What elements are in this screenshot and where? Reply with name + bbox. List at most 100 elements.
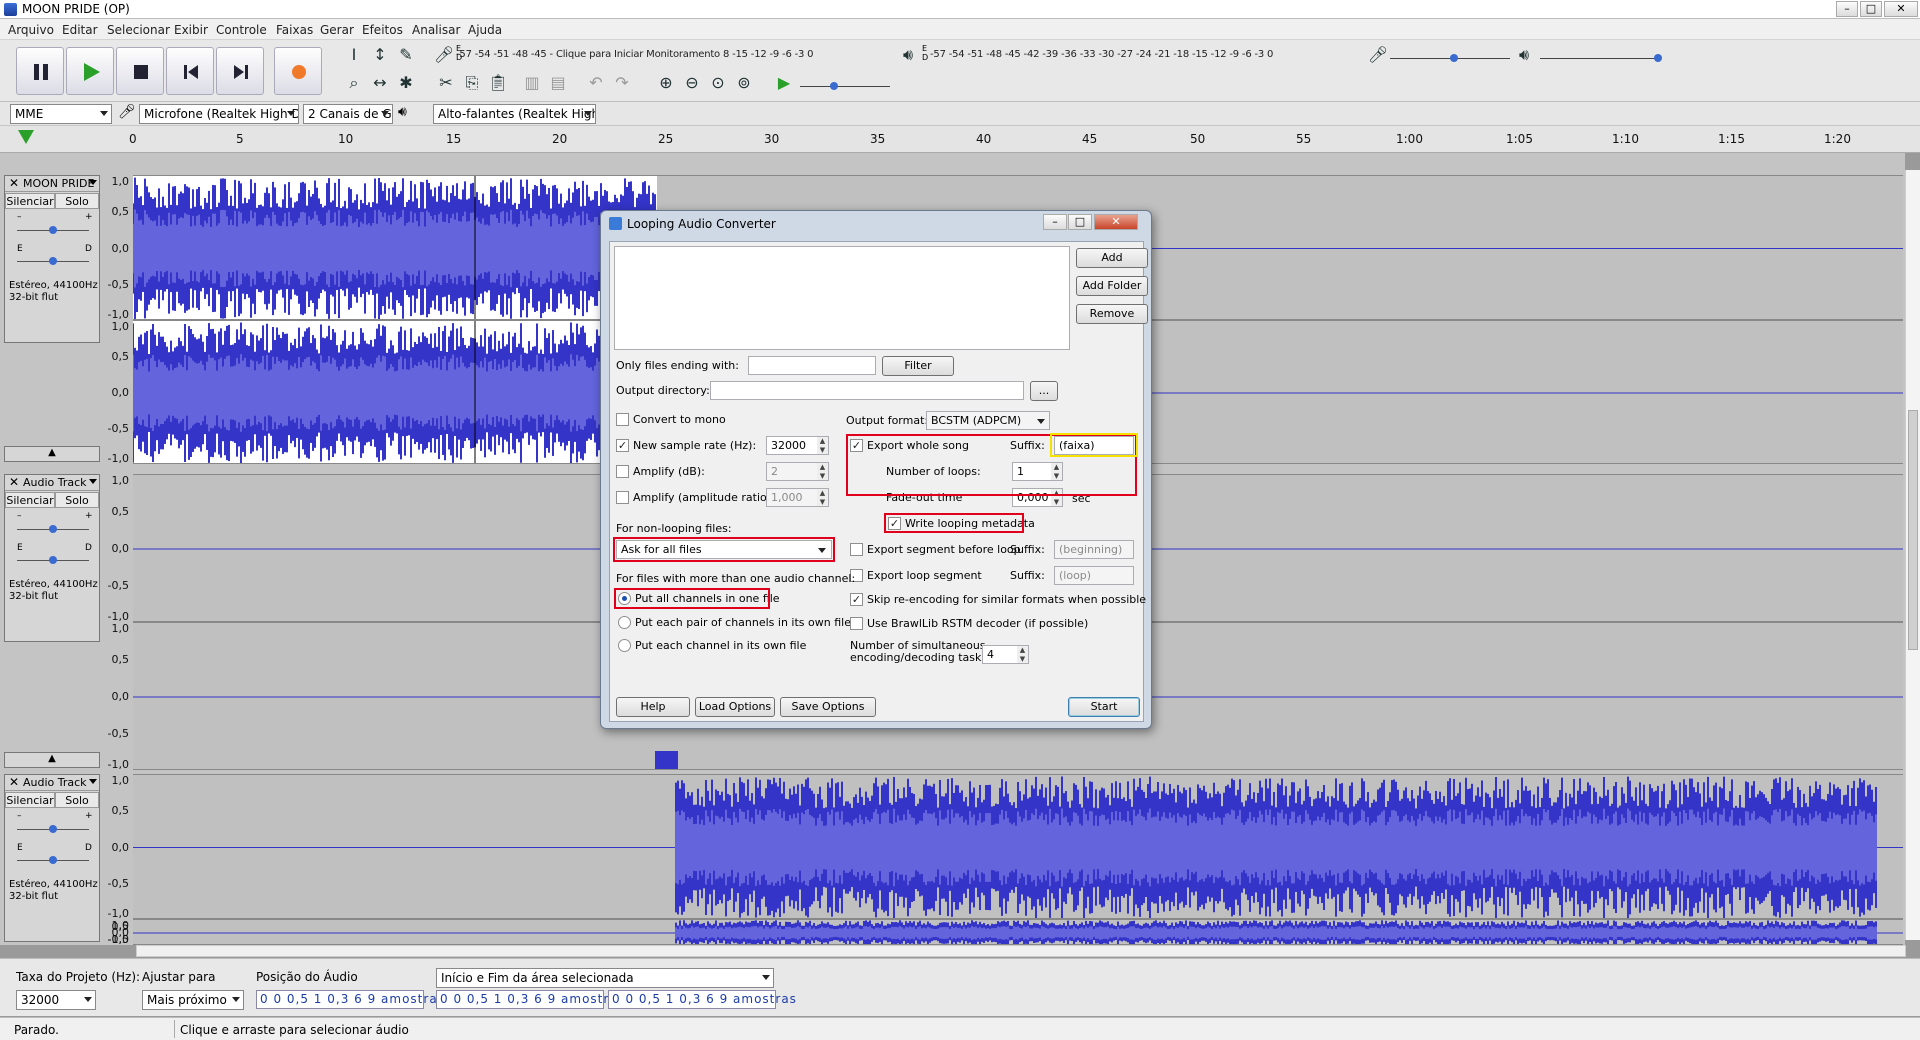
snap-to-select[interactable]: Mais próximo <box>142 990 244 1010</box>
amplify-db-spinner[interactable]: ▲ ▼ <box>817 462 829 481</box>
pan-slider[interactable] <box>17 257 89 265</box>
file-list[interactable] <box>614 246 1070 350</box>
recording-device-select[interactable]: Microfone (Realtek High D <box>139 104 299 124</box>
minimize-button[interactable]: – <box>1836 1 1858 17</box>
save-options-button[interactable]: Save Options <box>780 697 876 717</box>
selection-start-time[interactable]: 0 0 0,5 1 0,3 6 9 amostras <box>436 990 624 1009</box>
browse-button[interactable]: ... <box>1030 381 1058 401</box>
silence-icon[interactable]: ▤ <box>546 72 570 94</box>
play-head-marker-icon[interactable] <box>18 130 34 144</box>
add-folder-button[interactable]: Add Folder <box>1076 276 1148 296</box>
menu-selecionar[interactable]: Selecionar <box>107 23 170 37</box>
audio-host-select[interactable]: MME <box>10 104 112 124</box>
menu-efeitos[interactable]: Efeitos <box>362 23 403 37</box>
brawllib-decoder-checkbox[interactable] <box>850 617 863 630</box>
menu-controle[interactable]: Controle <box>216 23 267 37</box>
collapse-track-button[interactable]: ▲ <box>4 446 100 462</box>
zoom-in-icon[interactable]: ⊕ <box>654 72 678 94</box>
stop-button[interactable] <box>116 47 164 95</box>
help-button[interactable]: Help <box>616 697 690 717</box>
play-at-speed-icon[interactable]: ▶ <box>772 72 796 94</box>
menu-arquivo[interactable]: Arquivo <box>8 23 54 37</box>
output-directory-input[interactable] <box>710 381 1024 400</box>
track-name-menu[interactable]: ✕ MOON PRIDE <box>5 176 99 192</box>
gain-slider[interactable] <box>17 825 89 833</box>
simultaneous-tasks-input[interactable]: 4 <box>982 645 1018 664</box>
slider-knob[interactable] <box>49 257 57 265</box>
solo-button[interactable]: Solo <box>55 193 99 209</box>
fit-project-icon[interactable]: ⊚ <box>732 72 756 94</box>
filter-button[interactable]: Filter <box>882 356 954 376</box>
copy-icon[interactable]: ⎘ <box>460 72 484 94</box>
solo-button[interactable]: Solo <box>55 492 99 508</box>
redo-icon[interactable]: ↷ <box>610 72 634 94</box>
record-meter-scale[interactable]: -57 -54 -51 -48 -45 - Clique para Inicia… <box>456 44 876 66</box>
zoom-out-icon[interactable]: ⊖ <box>680 72 704 94</box>
gain-slider[interactable] <box>17 525 89 533</box>
amplify-ratio-input[interactable]: 1,000 <box>766 488 818 507</box>
trim-icon[interactable]: ▥ <box>520 72 544 94</box>
skip-reencoding-checkbox[interactable]: ✓ <box>850 593 863 606</box>
play-button[interactable] <box>66 47 114 95</box>
slider-knob[interactable] <box>830 82 838 90</box>
mic-volume-slider[interactable] <box>1390 54 1510 62</box>
slider-knob[interactable] <box>49 856 57 864</box>
envelope-tool-icon[interactable]: ↕ <box>368 44 392 66</box>
selection-end-time[interactable]: 0 0 0,5 1 0,3 6 9 amostras <box>608 990 796 1009</box>
radio-each-channel[interactable] <box>618 639 631 652</box>
project-rate-select[interactable]: 32000 <box>16 990 96 1010</box>
gain-slider[interactable] <box>17 226 89 234</box>
slider-knob[interactable] <box>49 825 57 833</box>
simultaneous-tasks-spinner[interactable]: ▲ ▼ <box>1017 645 1029 664</box>
menu-gerar[interactable]: Gerar <box>320 23 354 37</box>
mute-button[interactable]: Silenciar <box>5 492 55 508</box>
new-sample-rate-checkbox[interactable]: ✓ <box>616 439 629 452</box>
pause-button[interactable] <box>16 47 64 95</box>
output-format-select[interactable]: BCSTM (ADPCM) <box>926 411 1050 430</box>
pan-slider[interactable] <box>17 556 89 564</box>
menu-ajuda[interactable]: Ajuda <box>468 23 502 37</box>
scrollbar-thumb[interactable] <box>1908 410 1918 650</box>
amplify-db-checkbox[interactable] <box>616 465 629 478</box>
close-track-icon[interactable]: ✕ <box>9 775 19 790</box>
skip-end-button[interactable] <box>216 47 264 95</box>
loop-segment-suffix-input[interactable]: (loop) <box>1054 566 1134 585</box>
speaker-icon[interactable]: 🔊︎ <box>896 44 920 66</box>
timeline-ruler[interactable]: 0 5 10 15 20 25 30 35 40 45 50 55 1:00 1… <box>0 126 1920 153</box>
close-track-icon[interactable]: ✕ <box>9 176 19 191</box>
pan-slider[interactable] <box>17 856 89 864</box>
vertical-scrollbar[interactable] <box>1905 170 1920 940</box>
close-button[interactable]: ✕ <box>1884 1 1918 17</box>
remove-button[interactable]: Remove <box>1076 304 1148 324</box>
load-options-button[interactable]: Load Options <box>695 697 775 717</box>
track-name-menu[interactable]: ✕ Audio Track <box>5 775 99 791</box>
dialog-close-button[interactable]: ✕ <box>1094 214 1138 230</box>
playback-device-select[interactable]: Alto-falantes (Realtek High <box>433 104 596 124</box>
before-loop-suffix-input[interactable]: (beginning) <box>1054 540 1134 559</box>
convert-mono-checkbox[interactable] <box>616 413 629 426</box>
undo-icon[interactable]: ↶ <box>584 72 608 94</box>
dialog-minimize-button[interactable]: – <box>1043 214 1067 230</box>
play-speed-slider[interactable] <box>800 82 890 90</box>
draw-tool-icon[interactable]: ✎ <box>394 44 418 66</box>
slider-knob[interactable] <box>1654 54 1662 62</box>
skip-start-button[interactable] <box>166 47 214 95</box>
menu-exibir[interactable]: Exibir <box>174 23 208 37</box>
zoom-tool-icon[interactable]: ⌕ <box>342 72 366 94</box>
slider-knob[interactable] <box>49 525 57 533</box>
new-sample-rate-spinner[interactable]: ▲ ▼ <box>817 436 829 455</box>
cut-icon[interactable]: ✂ <box>434 72 458 94</box>
record-button[interactable] <box>274 47 322 95</box>
track-name-menu[interactable]: ✕ Audio Track <box>5 475 99 491</box>
audio-position-time[interactable]: 0 0 0,5 1 0,3 6 9 amostras <box>256 990 444 1009</box>
amplify-ratio-checkbox[interactable] <box>616 491 629 504</box>
mute-button[interactable]: Silenciar <box>5 193 55 209</box>
solo-button[interactable]: Solo <box>55 792 99 808</box>
new-sample-rate-input[interactable]: 32000 <box>766 436 818 455</box>
collapse-track-button[interactable]: ▲ <box>4 752 100 768</box>
microphone-icon[interactable]: 🎤︎ <box>432 44 456 66</box>
playback-volume-slider[interactable] <box>1540 54 1662 62</box>
fit-selection-icon[interactable]: ⊙ <box>706 72 730 94</box>
slider-knob[interactable] <box>49 556 57 564</box>
slider-knob[interactable] <box>49 226 57 234</box>
